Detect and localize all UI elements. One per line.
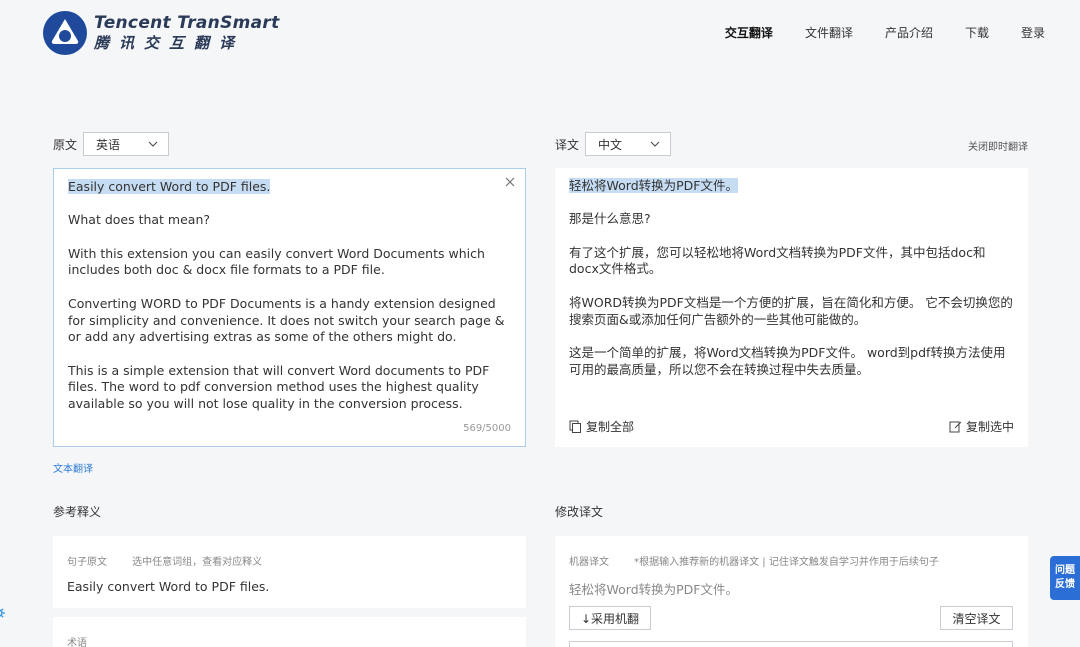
nav-login[interactable]: 登录 bbox=[1021, 24, 1045, 41]
copy-selected-label: 复制选中 bbox=[965, 420, 1014, 434]
source-text-area[interactable]: Easily convert Word to PDF files. What d… bbox=[53, 168, 526, 447]
source-lang-bar: 原文 英语 bbox=[53, 132, 170, 156]
target-language-select[interactable]: 中文 bbox=[585, 132, 672, 156]
copy-all-label: 复制全部 bbox=[586, 420, 635, 434]
char-counter: 569/5000 bbox=[463, 423, 511, 434]
translation-edit-input[interactable] bbox=[569, 641, 1013, 647]
chevron-down-icon bbox=[650, 141, 660, 147]
close-instant-translate-link[interactable]: 关闭即时翻译 bbox=[968, 138, 1028, 153]
copy-all-button[interactable]: 复制全部 bbox=[569, 418, 634, 435]
copy-icon bbox=[569, 420, 581, 433]
clear-translation-button[interactable]: 清空译文 bbox=[940, 606, 1013, 630]
nav-download[interactable]: 下载 bbox=[965, 24, 989, 41]
sentence-source-text[interactable]: Easily convert Word to PDF files. bbox=[67, 579, 512, 594]
target-label: 译文 bbox=[555, 137, 580, 152]
nav-interactive-translate[interactable]: 交互翻译 bbox=[725, 24, 773, 41]
brand-name-en: Tencent TranSmart bbox=[94, 13, 280, 33]
adopt-machine-translation-button[interactable]: ↓采用机翻 bbox=[569, 606, 651, 630]
target-paragraph: 有了这个扩展，您可以轻松地将Word文档转换为PDF文件，其中包括doc和doc… bbox=[569, 244, 986, 277]
brand-logo[interactable]: Tencent TranSmart 腾讯交互翻译 bbox=[42, 10, 280, 56]
sentence-source-hint: 选中任意词组，查看对应释义 bbox=[132, 557, 263, 568]
translation-text: 轻松将Word转换为PDF文件。 那是什么意思? 有了这个扩展，您可以轻松地将W… bbox=[569, 178, 1014, 395]
brand-name-cn: 腾讯交互翻译 bbox=[94, 34, 245, 52]
target-paragraph: 将WORD转换为PDF文档是一个方便的扩展，旨在简化和方便。 它不会切换您的搜索… bbox=[569, 294, 1013, 327]
source-paragraph: Converting WORD to PDF Documents is a ha… bbox=[68, 295, 505, 345]
target-paragraph-highlighted: 轻松将Word转换为PDF文件。 bbox=[569, 178, 738, 193]
source-label: 原文 bbox=[53, 137, 78, 152]
target-lang-bar: 译文 中文 bbox=[555, 132, 672, 156]
target-paragraph: 这是一个简单的扩展，将Word文档转换为PDF文件。 word到pdf转换方法使… bbox=[569, 344, 1006, 377]
machine-translation-label: 机器译文 bbox=[569, 557, 609, 568]
source-text[interactable]: Easily convert Word to PDF files. What d… bbox=[68, 179, 513, 429]
edit-icon bbox=[949, 421, 962, 433]
top-nav: 交互翻译 文件翻译 产品介绍 下载 登录 bbox=[693, 24, 1045, 41]
reference-title: 参考释义 bbox=[53, 505, 102, 519]
source-language-value: 英语 bbox=[96, 137, 121, 152]
chevron-down-icon bbox=[148, 141, 158, 147]
settings-gear-icon[interactable] bbox=[0, 606, 6, 620]
close-icon[interactable] bbox=[503, 175, 517, 189]
feedback-button[interactable]: 问题 反馈 bbox=[1050, 556, 1080, 600]
copy-selected-button[interactable]: 复制选中 bbox=[949, 418, 1014, 435]
source-paragraph: With this extension you can easily conve… bbox=[68, 245, 485, 278]
translation-output: 轻松将Word转换为PDF文件。 那是什么意思? 有了这个扩展，您可以轻松地将W… bbox=[555, 168, 1028, 447]
source-paragraph: This is a simple extension that will con… bbox=[68, 362, 490, 412]
machine-translation-hint: *根据输入推荐新的机器译文 | 记住译文触发自学习并作用于后续句子 bbox=[634, 557, 939, 568]
nav-file-translate[interactable]: 文件翻译 bbox=[805, 24, 853, 41]
sentence-source-card: 句子原文 选中任意词组，查看对应释义 Easily convert Word t… bbox=[53, 536, 526, 608]
edit-translation-title: 修改译文 bbox=[555, 505, 604, 519]
machine-translation-text: 轻松将Word转换为PDF文件。 bbox=[569, 582, 738, 597]
source-language-select[interactable]: 英语 bbox=[83, 132, 170, 156]
text-translate-link[interactable]: 文本翻译 bbox=[53, 460, 93, 475]
term-card: 术语 bbox=[53, 617, 526, 647]
feedback-line1: 问题 bbox=[1055, 565, 1075, 576]
feedback-line2: 反馈 bbox=[1055, 579, 1075, 590]
term-label: 术语 bbox=[67, 638, 87, 647]
sentence-source-label: 句子原文 bbox=[67, 557, 107, 568]
machine-translation-card: 机器译文 *根据输入推荐新的机器译文 | 记住译文触发自学习并作用于后续句子 轻… bbox=[555, 536, 1028, 647]
target-paragraph: 那是什么意思? bbox=[569, 211, 651, 227]
transmart-logo-icon bbox=[43, 11, 87, 55]
source-paragraph-highlighted: Easily convert Word to PDF files. bbox=[68, 179, 271, 194]
target-language-value: 中文 bbox=[598, 137, 623, 152]
source-paragraph: What does that mean? bbox=[68, 212, 211, 228]
nav-product-intro[interactable]: 产品介绍 bbox=[885, 24, 933, 41]
